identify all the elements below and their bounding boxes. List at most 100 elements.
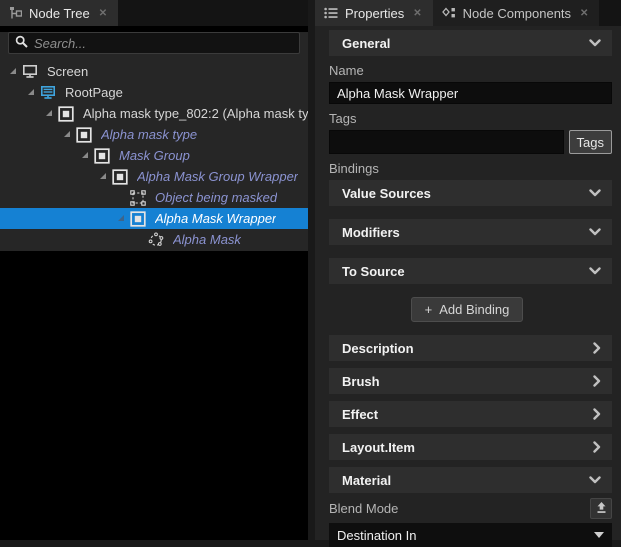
- expander-icon[interactable]: [8, 66, 19, 77]
- section-title: Value Sources: [342, 186, 431, 201]
- collapsed-sections: Description Brush Effect Layout.Item: [322, 335, 612, 460]
- section-title: Layout.Item: [342, 440, 415, 455]
- section-header-general[interactable]: General: [329, 30, 612, 56]
- tree-row[interactable]: Mask Group: [0, 145, 308, 166]
- chevron-right-icon: [593, 441, 601, 453]
- tree-row[interactable]: Alpha mask type_802:2 (Alpha mask type_: [0, 103, 308, 124]
- chevron-down-icon: [589, 267, 601, 275]
- tags-field[interactable]: [329, 130, 564, 154]
- section-title: Material: [342, 473, 391, 488]
- search-input[interactable]: [34, 36, 293, 51]
- tree-label: Alpha mask type: [101, 127, 197, 142]
- chevron-right-icon: [593, 408, 601, 420]
- blend-mode-dropdown[interactable]: Destination In: [329, 523, 612, 547]
- section-header-effect[interactable]: Effect: [329, 401, 612, 427]
- node2d-icon: [94, 148, 110, 164]
- blend-mode-value: Destination In: [337, 528, 417, 543]
- section-title: Description: [342, 341, 414, 356]
- tree-row[interactable]: Object being masked: [0, 187, 308, 208]
- tab-properties-label: Properties: [345, 6, 404, 21]
- rootpage-icon: [40, 85, 56, 101]
- bindings-label: Bindings: [322, 154, 612, 180]
- tree-row[interactable]: Alpha Mask: [0, 229, 308, 250]
- tree-label: Alpha Mask Wrapper: [155, 211, 276, 226]
- close-icon[interactable]: ✕: [578, 7, 590, 20]
- tree-row[interactable]: RootPage: [0, 82, 308, 103]
- chevron-right-icon: [593, 342, 601, 354]
- tree-label: Alpha Mask: [173, 232, 241, 247]
- expander-icon: [116, 192, 127, 203]
- tab-node-tree-label: Node Tree: [29, 6, 90, 21]
- close-icon[interactable]: ✕: [411, 7, 423, 20]
- properties-icon: [324, 7, 338, 19]
- expander-icon[interactable]: [116, 213, 127, 224]
- node2d-icon: [58, 106, 74, 122]
- tree-row[interactable]: Alpha Mask Wrapper: [0, 208, 308, 229]
- node-components-icon: [442, 7, 456, 19]
- tab-node-components[interactable]: Node Components ✕: [433, 0, 600, 26]
- screen-icon: [22, 64, 38, 80]
- node-tree: Screen RootPage Alpha mask type_802:2 (A…: [0, 61, 308, 250]
- chevron-right-icon: [593, 375, 601, 387]
- properties-tabbar: Properties ✕ Node Components ✕: [315, 0, 621, 26]
- close-icon[interactable]: ✕: [97, 7, 109, 20]
- search-box: [8, 32, 300, 54]
- section-title: General: [342, 36, 390, 51]
- add-binding-label: Add Binding: [439, 302, 509, 317]
- plus-icon: +: [425, 302, 433, 317]
- node-tree-tabbar: Node Tree ✕: [0, 0, 308, 26]
- expander-icon[interactable]: [98, 171, 109, 182]
- expander-icon[interactable]: [80, 150, 91, 161]
- section-title: To Source: [342, 264, 405, 279]
- tree-label: Screen: [47, 64, 88, 79]
- expander-icon[interactable]: [44, 108, 55, 119]
- chevron-down-icon: [589, 189, 601, 197]
- add-binding-button[interactable]: + Add Binding: [411, 297, 524, 322]
- node2d-icon: [112, 169, 128, 185]
- dropdown-arrow-icon: [594, 532, 604, 538]
- tree-row[interactable]: Screen: [0, 61, 308, 82]
- section-title: Effect: [342, 407, 378, 422]
- section-header-to-source[interactable]: To Source: [329, 258, 612, 284]
- section-header-value-sources[interactable]: Value Sources: [329, 180, 612, 206]
- blend-mode-label: Blend Mode: [329, 501, 398, 516]
- tags-label: Tags: [322, 104, 612, 130]
- tree-label: Alpha Mask Group Wrapper: [137, 169, 298, 184]
- node-tree-icon: [9, 7, 22, 20]
- tab-node-components-label: Node Components: [463, 6, 571, 21]
- tree-row[interactable]: Alpha Mask Group Wrapper: [0, 166, 308, 187]
- section-header-layout-item[interactable]: Layout.Item: [329, 434, 612, 460]
- tree-label: Object being masked: [155, 190, 277, 205]
- name-label: Name: [322, 56, 612, 82]
- node-tree-panel: Node Tree ✕ Screen RootPage Alpha mask t…: [0, 0, 308, 540]
- tree-label: Alpha mask type_802:2 (Alpha mask type_: [83, 106, 308, 121]
- chevron-down-icon: [589, 476, 601, 484]
- revert-property-button[interactable]: [590, 498, 612, 519]
- node-tree-content: Screen RootPage Alpha mask type_802:2 (A…: [0, 32, 308, 251]
- section-header-description[interactable]: Description: [329, 335, 612, 361]
- tree-label: RootPage: [65, 85, 123, 100]
- name-field[interactable]: [329, 82, 612, 104]
- tree-label: Mask Group: [119, 148, 190, 163]
- properties-content: General Name Tags Tags Bindings Value So…: [315, 26, 621, 547]
- section-title: Modifiers: [342, 225, 400, 240]
- node2d-icon: [130, 211, 146, 227]
- search-icon: [15, 35, 28, 51]
- section-header-brush[interactable]: Brush: [329, 368, 612, 394]
- tags-button[interactable]: Tags: [569, 130, 612, 154]
- properties-panel: Properties ✕ Node Components ✕ General N…: [315, 0, 621, 540]
- tab-properties[interactable]: Properties ✕: [315, 0, 433, 26]
- expander-icon[interactable]: [26, 87, 37, 98]
- alpha-mask-icon: [148, 232, 164, 248]
- upload-arrow-icon: [595, 501, 608, 517]
- binding-sections: Value Sources Modifiers To Source: [322, 180, 612, 284]
- section-title: Brush: [342, 374, 380, 389]
- section-header-material[interactable]: Material: [329, 467, 612, 493]
- tree-row[interactable]: Alpha mask type: [0, 124, 308, 145]
- tab-node-tree[interactable]: Node Tree ✕: [0, 0, 118, 26]
- empty-node-icon: [130, 190, 146, 206]
- expander-icon[interactable]: [62, 129, 73, 140]
- expander-icon: [134, 234, 145, 245]
- section-header-modifiers[interactable]: Modifiers: [329, 219, 612, 245]
- chevron-down-icon: [589, 39, 601, 47]
